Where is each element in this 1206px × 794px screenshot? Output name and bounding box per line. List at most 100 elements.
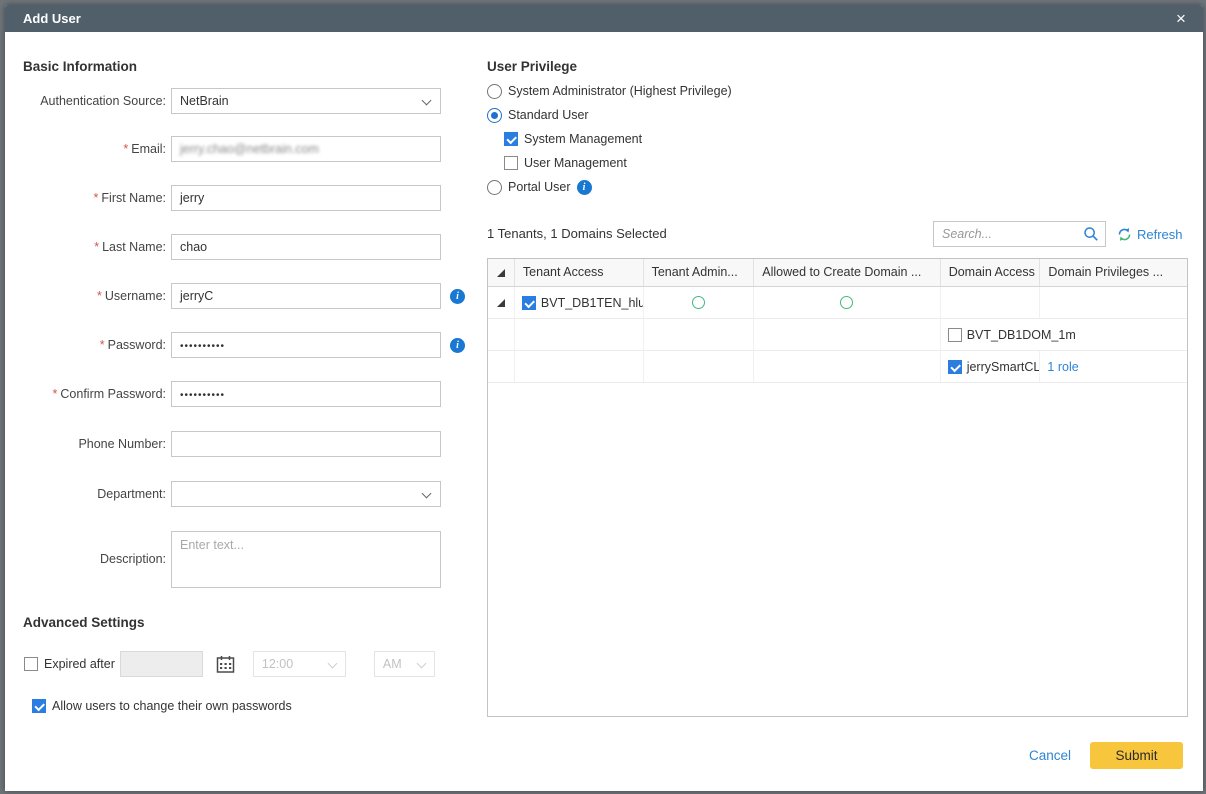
user-management-label: User Management: [524, 156, 627, 170]
table-row-domain: BVT_DB1DOM_1m: [488, 319, 1187, 351]
auth-source-select[interactable]: NetBrain: [171, 88, 441, 114]
submit-button[interactable]: Submit: [1090, 742, 1183, 769]
required-asterisk: *: [123, 142, 128, 156]
refresh-button[interactable]: Refresh: [1117, 221, 1183, 247]
auth-source-value: NetBrain: [180, 94, 229, 108]
dialog-title: Add User: [23, 11, 81, 26]
time-select[interactable]: 12:00: [253, 651, 346, 677]
domain-name: jerrySmartCLI: [967, 360, 1041, 374]
empty-cell: [488, 351, 515, 382]
confirm-password-value: ••••••••••: [180, 390, 225, 401]
allow-password-change-label: Allow users to change their own password…: [52, 699, 292, 713]
calendar-icon[interactable]: [216, 655, 235, 674]
cancel-button[interactable]: Cancel: [1025, 742, 1075, 769]
domain-checkbox[interactable]: [948, 328, 962, 342]
email-label: *Email:: [5, 136, 166, 162]
tenant-admin-cell: [644, 287, 755, 318]
ampm-select[interactable]: AM: [374, 651, 435, 677]
description-field[interactable]: Enter text...: [171, 531, 441, 588]
col-domain-privileges[interactable]: Domain Privileges ...: [1040, 259, 1187, 286]
tenant-name: BVT_DB1TEN_hlu5: [541, 296, 644, 310]
domain-checkbox[interactable]: [948, 360, 962, 374]
domain-access-cell: [941, 287, 1041, 318]
empty-cell: [515, 351, 644, 382]
role-link[interactable]: 1 role: [1047, 360, 1078, 374]
dialog-titlebar: Add User ×: [5, 5, 1203, 32]
confirm-password-field[interactable]: ••••••••••: [171, 381, 441, 407]
allowed-create-radio[interactable]: [840, 296, 853, 309]
col-tenant-admin[interactable]: Tenant Admin...: [644, 259, 755, 286]
user-privilege-heading: User Privilege: [487, 59, 577, 74]
table-header-row: Tenant Access Tenant Admin... Allowed to…: [488, 259, 1187, 287]
col-domain-access[interactable]: Domain Access: [941, 259, 1041, 286]
tenant-checkbox[interactable]: [522, 296, 536, 310]
description-label: Description:: [5, 531, 166, 588]
department-select[interactable]: [171, 481, 441, 507]
privilege-option-standard: Standard User: [487, 103, 589, 127]
first-name-value: jerry: [180, 191, 204, 205]
ampm-value: AM: [383, 657, 402, 671]
allow-password-change-checkbox[interactable]: [32, 699, 46, 713]
collapse-triangle-icon: [497, 299, 505, 307]
close-icon[interactable]: ×: [1171, 9, 1191, 29]
chevron-down-icon: [422, 96, 432, 106]
info-icon[interactable]: i: [450, 289, 465, 304]
domain-privileges-cell: [1040, 287, 1187, 318]
username-value: jerryC: [180, 289, 213, 303]
row-collapse-cell[interactable]: [488, 287, 515, 318]
col-allowed-create-domain[interactable]: Allowed to Create Domain ...: [754, 259, 940, 286]
tenant-access-cell: BVT_DB1TEN_hlu5: [515, 287, 644, 318]
password-label: *Password:: [5, 332, 166, 358]
email-value: jerry.chao@netbrain.com: [180, 142, 319, 156]
domain-privileges-cell: 1 role: [1040, 351, 1187, 382]
description-placeholder: Enter text...: [180, 538, 244, 552]
search-icon[interactable]: [1083, 226, 1099, 242]
expiration-date-field[interactable]: [120, 651, 203, 677]
phone-field[interactable]: [171, 431, 441, 457]
empty-cell: [515, 319, 644, 350]
standard-user-radio[interactable]: [487, 108, 502, 123]
collapse-all-cell[interactable]: [488, 259, 515, 286]
required-asterisk: *: [97, 289, 102, 303]
email-field[interactable]: jerry.chao@netbrain.com: [171, 136, 441, 162]
required-asterisk: *: [100, 338, 105, 352]
username-field[interactable]: jerryC: [171, 283, 441, 309]
info-icon[interactable]: i: [577, 180, 592, 195]
empty-cell: [644, 319, 755, 350]
allowed-create-cell: [754, 287, 940, 318]
auth-source-label: Authentication Source:: [5, 88, 166, 114]
empty-cell: [488, 319, 515, 350]
add-user-dialog: Add User × Basic Information Authenticat…: [5, 5, 1203, 791]
phone-label: Phone Number:: [5, 431, 166, 457]
required-asterisk: *: [53, 387, 58, 401]
expired-after-checkbox[interactable]: [24, 657, 38, 671]
chevron-down-icon: [416, 659, 426, 669]
refresh-label: Refresh: [1137, 227, 1183, 242]
search-input[interactable]: Search...: [933, 221, 1106, 247]
table-row-tenant: BVT_DB1TEN_hlu5: [488, 287, 1187, 319]
system-management-checkbox[interactable]: [504, 132, 518, 146]
first-name-field[interactable]: jerry: [171, 185, 441, 211]
collapse-triangle-icon: [497, 269, 505, 277]
privilege-option-portal: Portal User i: [487, 175, 592, 199]
expired-after-label: Expired after: [44, 657, 115, 671]
table-row-domain: jerrySmartCLI 1 role: [488, 351, 1187, 383]
required-asterisk: *: [94, 240, 99, 254]
password-field[interactable]: ••••••••••: [171, 332, 441, 358]
last-name-field[interactable]: chao: [171, 234, 441, 260]
col-tenant-access[interactable]: Tenant Access: [515, 259, 644, 286]
system-management-row: System Management: [504, 127, 642, 151]
info-icon[interactable]: i: [450, 338, 465, 353]
domain-access-cell: jerrySmartCLI: [941, 351, 1041, 382]
domain-access-cell: BVT_DB1DOM_1m: [941, 319, 1187, 350]
user-management-checkbox[interactable]: [504, 156, 518, 170]
privilege-option-sysadmin: System Administrator (Highest Privilege): [487, 79, 732, 103]
standard-user-label: Standard User: [508, 108, 589, 122]
portal-user-radio[interactable]: [487, 180, 502, 195]
expired-after-row: Expired after 12:00 AM: [24, 650, 435, 678]
portal-user-label: Portal User: [508, 180, 571, 194]
tenant-admin-radio[interactable]: [692, 296, 705, 309]
empty-cell: [644, 351, 755, 382]
sysadmin-radio[interactable]: [487, 84, 502, 99]
first-name-label: *First Name:: [5, 185, 166, 211]
